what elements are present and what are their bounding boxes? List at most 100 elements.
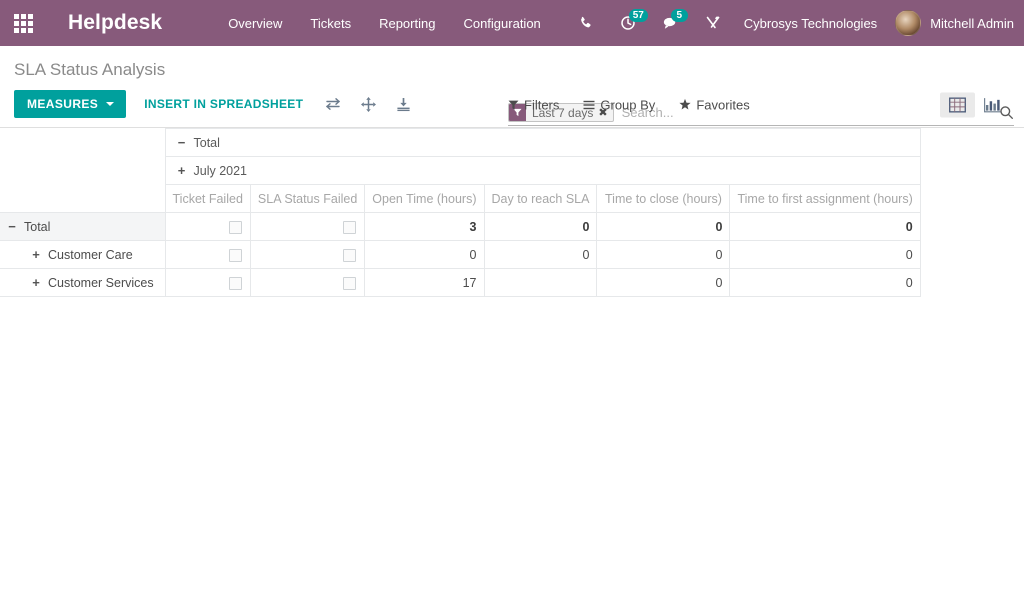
insert-in-spreadsheet-button[interactable]: INSERT IN SPREADSHEET [134,90,313,118]
cell-sla-status-failed[interactable] [249,212,366,241]
messages-button[interactable]: 5 [649,0,692,46]
pivot-col-header-total[interactable]: − Total [164,128,921,157]
collapse-toggle-icon[interactable]: − [176,135,188,150]
pivot-view-icon [949,97,966,112]
pivot-row-label: Customer Services [48,276,154,290]
pivot-view-content: − Total + July 2021 Ticket Failed SLA Stat… [0,128,1024,297]
group-by-dropdown[interactable]: Group By [583,93,667,116]
checkbox-unchecked-icon [228,248,242,262]
pivot-corner-cell [0,128,166,213]
cell-time-to-first-assignment[interactable]: 0 [729,212,921,241]
favorites-dropdown[interactable]: Favorites [679,93,761,116]
cell-time-to-close[interactable]: 0 [596,240,731,269]
control-panel: SLA Status Analysis Last 7 days ✖ MEASUR… [0,46,1024,128]
company-switcher[interactable]: Cybrosys Technologies [734,16,891,31]
activity-badge-count: 57 [628,9,648,22]
filters-label: Filters [524,97,560,112]
group-by-label: Group By [600,97,656,112]
cell-sla-status-failed[interactable] [249,240,366,269]
pivot-row-label: Customer Care [48,248,133,262]
cell-ticket-failed[interactable] [164,268,251,297]
flip-axis-button[interactable] [317,92,349,116]
pivot-table-body: − Total 3 0 0 0 + Customer Care 0 0 0 0 … [0,212,921,297]
download-xlsx-button[interactable] [388,92,419,117]
cell-time-to-close[interactable]: 0 [596,268,731,297]
expand-all-button[interactable] [353,92,384,117]
pivot-row-header-customer-care[interactable]: + Customer Care [0,240,166,269]
bars-icon [583,100,595,109]
navbar-systray: 57 5 Cybrosys Technologies Mitchell Admi… [566,0,1024,46]
messages-badge-count: 5 [670,9,688,22]
pivot-row-header-total[interactable]: − Total [0,212,166,241]
nav-item-reporting[interactable]: Reporting [365,2,449,45]
filters-dropdown[interactable]: Filters [508,93,571,116]
app-brand-helpdesk[interactable]: Helpdesk [46,11,180,35]
pivot-col-total-row: − Total [0,128,921,213]
measure-header-day-to-reach-sla[interactable]: Day to reach SLA [483,184,598,213]
cell-day-to-reach-sla[interactable]: 0 [483,240,598,269]
pivot-table-head: − Total + July 2021 Ticket Failed SLA Stat… [0,128,921,213]
measures-button[interactable]: MEASURES [14,90,127,118]
nav-item-configuration[interactable]: Configuration [449,2,554,45]
filter-icon [508,100,519,110]
apps-menu-button[interactable] [0,0,46,46]
expand-toggle-icon[interactable]: + [30,275,42,290]
pivot-view-button[interactable] [940,92,975,117]
pivot-row-header-customer-services[interactable]: + Customer Services [0,268,166,297]
cell-open-time[interactable]: 3 [364,212,485,241]
bar-chart-view-icon [984,97,1001,112]
cell-sla-status-failed[interactable] [249,268,366,297]
phone-icon [580,16,591,27]
checkbox-unchecked-icon [343,248,357,262]
cell-time-to-first-assignment[interactable]: 0 [729,268,921,297]
checkbox-unchecked-icon [228,220,242,234]
cell-ticket-failed[interactable] [164,240,251,269]
chevron-down-icon [106,102,115,106]
table-row: + Customer Care 0 0 0 0 [0,240,921,269]
apps-grid-icon [13,13,33,33]
favorites-label: Favorites [696,97,750,112]
bar-chart-view-button[interactable] [975,92,1010,117]
cell-day-to-reach-sla[interactable]: 0 [483,212,598,241]
expand-toggle-icon[interactable]: + [176,163,188,178]
cell-day-to-reach-sla[interactable] [483,268,598,297]
tools-icon [706,16,720,29]
breadcrumb: SLA Status Analysis [14,60,166,79]
cell-open-time[interactable]: 17 [364,268,485,297]
search-dropdowns: Filters Group By Favorites [508,93,774,116]
pivot-table: − Total + July 2021 Ticket Failed SLA Stat… [0,128,921,297]
pivot-row-label: Total [24,220,51,234]
measure-header-sla-status-failed[interactable]: SLA Status Failed [249,184,366,213]
expand-toggle-icon[interactable]: + [30,247,42,262]
measure-header-open-time[interactable]: Open Time (hours) [364,184,485,213]
star-icon [679,98,691,110]
main-nav-menu: Overview Tickets Reporting Configuration [214,2,555,45]
avatar [895,10,922,36]
control-panel-bottom-row: MEASURES INSERT IN SPREADSHEET Filters G… [0,82,1024,127]
cell-time-to-close[interactable]: 0 [596,212,731,241]
measures-label: MEASURES [27,97,99,111]
view-switcher [940,92,1010,117]
collapse-toggle-icon[interactable]: − [6,219,18,234]
pivot-col-total-label: Total [193,136,220,150]
measure-header-ticket-failed[interactable]: Ticket Failed [164,184,251,213]
nav-item-tickets[interactable]: Tickets [296,2,365,45]
cell-ticket-failed[interactable] [164,212,251,241]
measure-header-time-to-first-assignment[interactable]: Time to first assignment (hours) [729,184,921,213]
activity-button[interactable]: 57 [607,0,649,46]
flip-axis-icon [326,98,341,110]
checkbox-unchecked-icon [343,276,357,290]
table-row: + Customer Services 17 0 0 [0,268,921,297]
nav-item-overview[interactable]: Overview [214,2,296,45]
measure-header-time-to-close[interactable]: Time to close (hours) [596,184,731,213]
table-row: − Total 3 0 0 0 [0,212,921,241]
checkbox-unchecked-icon [343,220,357,234]
phone-button[interactable] [566,0,607,46]
cell-time-to-first-assignment[interactable]: 0 [729,240,921,269]
top-navbar: Helpdesk Overview Tickets Reporting Conf… [0,0,1024,46]
download-xlsx-icon [397,97,410,111]
tools-button[interactable] [692,0,734,46]
user-menu[interactable]: Mitchell Admin [891,10,1014,36]
cell-open-time[interactable]: 0 [364,240,485,269]
pivot-col-header-july-2021[interactable]: + July 2021 [164,156,921,185]
